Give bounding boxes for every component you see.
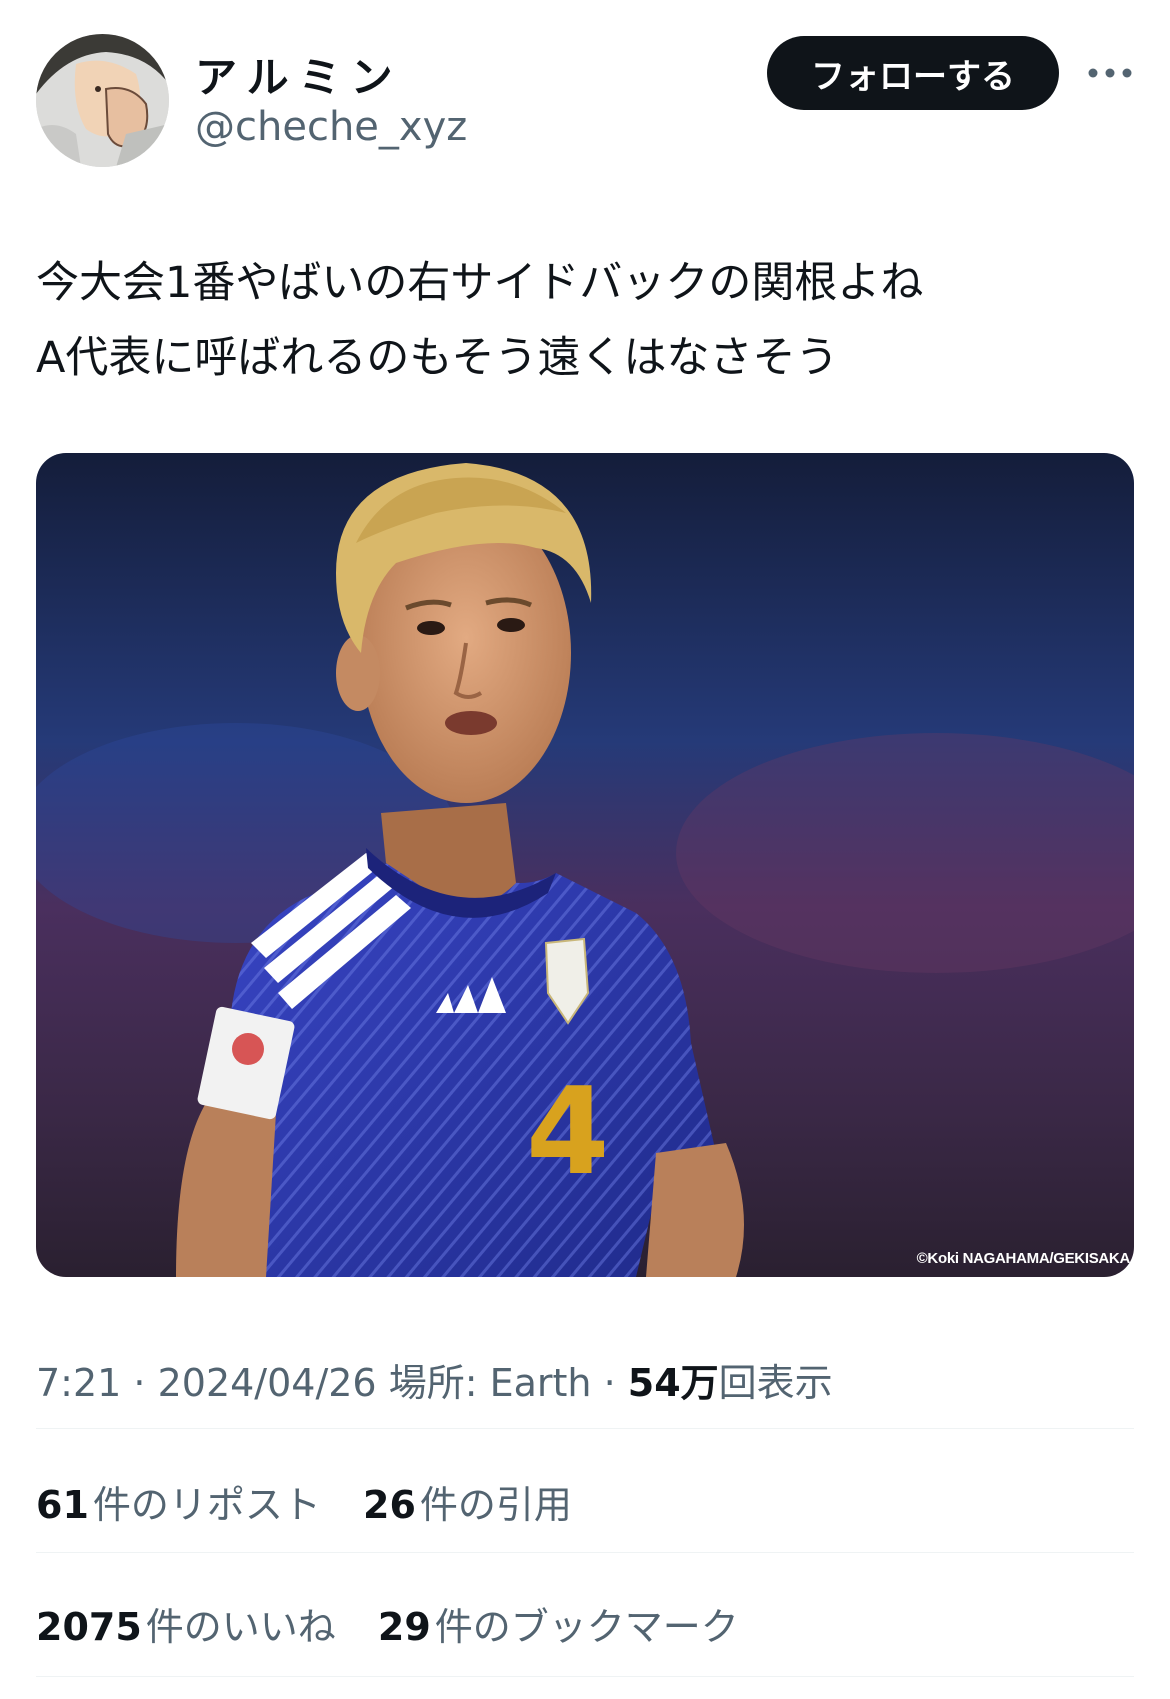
bookmarks-count: 29 — [377, 1605, 431, 1649]
tweet-text: 今大会1番やばいの右サイドバックの関根よね A代表に呼ばれるのもそう遠くはなさそ… — [36, 246, 1136, 396]
user-handle[interactable]: @cheche_xyz — [195, 104, 467, 150]
likes-label: 件のいいね — [145, 1605, 336, 1649]
reposts-count: 61 — [36, 1483, 89, 1527]
meta-separator: · — [591, 1361, 628, 1405]
tweet-text-line-2: A代表に呼ばれるのもそう遠くはなさそう — [36, 333, 839, 383]
likes-link[interactable]: 2075 件のいいね — [36, 1596, 336, 1651]
jersey-number: 4 — [526, 1063, 610, 1202]
divider — [36, 1676, 1134, 1677]
stats-row-2: 2075 件のいいね 29 件のブックマーク — [36, 1596, 769, 1651]
views-label: 回表示 — [718, 1361, 833, 1405]
bookmarks-link[interactable]: 29 件のブックマーク — [378, 1596, 739, 1651]
reposts-link[interactable]: 61 件のリポスト — [36, 1474, 321, 1529]
photo-credit: ©Koki NAGAHAMA/GEKISAKA — [916, 1250, 1131, 1267]
stats-row-1: 61 件のリポスト 26 件の引用 — [36, 1474, 602, 1529]
likes-count: 2075 — [36, 1605, 142, 1649]
avatar[interactable] — [36, 34, 169, 167]
display-name[interactable]: アルミン — [195, 44, 403, 105]
player-photo: 4 — [36, 453, 1134, 1277]
tweet-meta: 7:21 · 2024/04/26 場所: Earth · 54万回表示 — [36, 1352, 833, 1407]
tweet-photo[interactable]: 4 ©Koki NAGAHAMA/GEKISAKA — [36, 453, 1134, 1277]
views-count: 54万 — [627, 1361, 719, 1405]
follow-button[interactable]: フォローする — [767, 36, 1059, 110]
tweet-text-line-1: 今大会1番やばいの右サイドバックの関根よね — [36, 258, 924, 308]
tweet-location: 場所: Earth — [376, 1361, 592, 1405]
divider — [36, 1428, 1134, 1429]
reposts-label: 件のリポスト — [92, 1483, 321, 1527]
tweet-detail: アルミン @cheche_xyz フォローする 今大会1番やばいの右サイドバック… — [0, 0, 1170, 1699]
divider — [36, 1552, 1134, 1553]
bookmarks-label: 件のブックマーク — [434, 1605, 739, 1649]
quotes-link[interactable]: 26 件の引用 — [363, 1474, 572, 1529]
meta-separator: · — [121, 1361, 158, 1405]
tweet-time[interactable]: 7:21 — [36, 1361, 121, 1405]
quotes-label: 件の引用 — [419, 1483, 572, 1527]
avatar-image — [36, 34, 169, 167]
tweet-date[interactable]: 2024/04/26 — [158, 1361, 377, 1405]
more-horizontal-icon[interactable] — [1087, 58, 1133, 88]
quotes-count: 26 — [363, 1483, 416, 1527]
